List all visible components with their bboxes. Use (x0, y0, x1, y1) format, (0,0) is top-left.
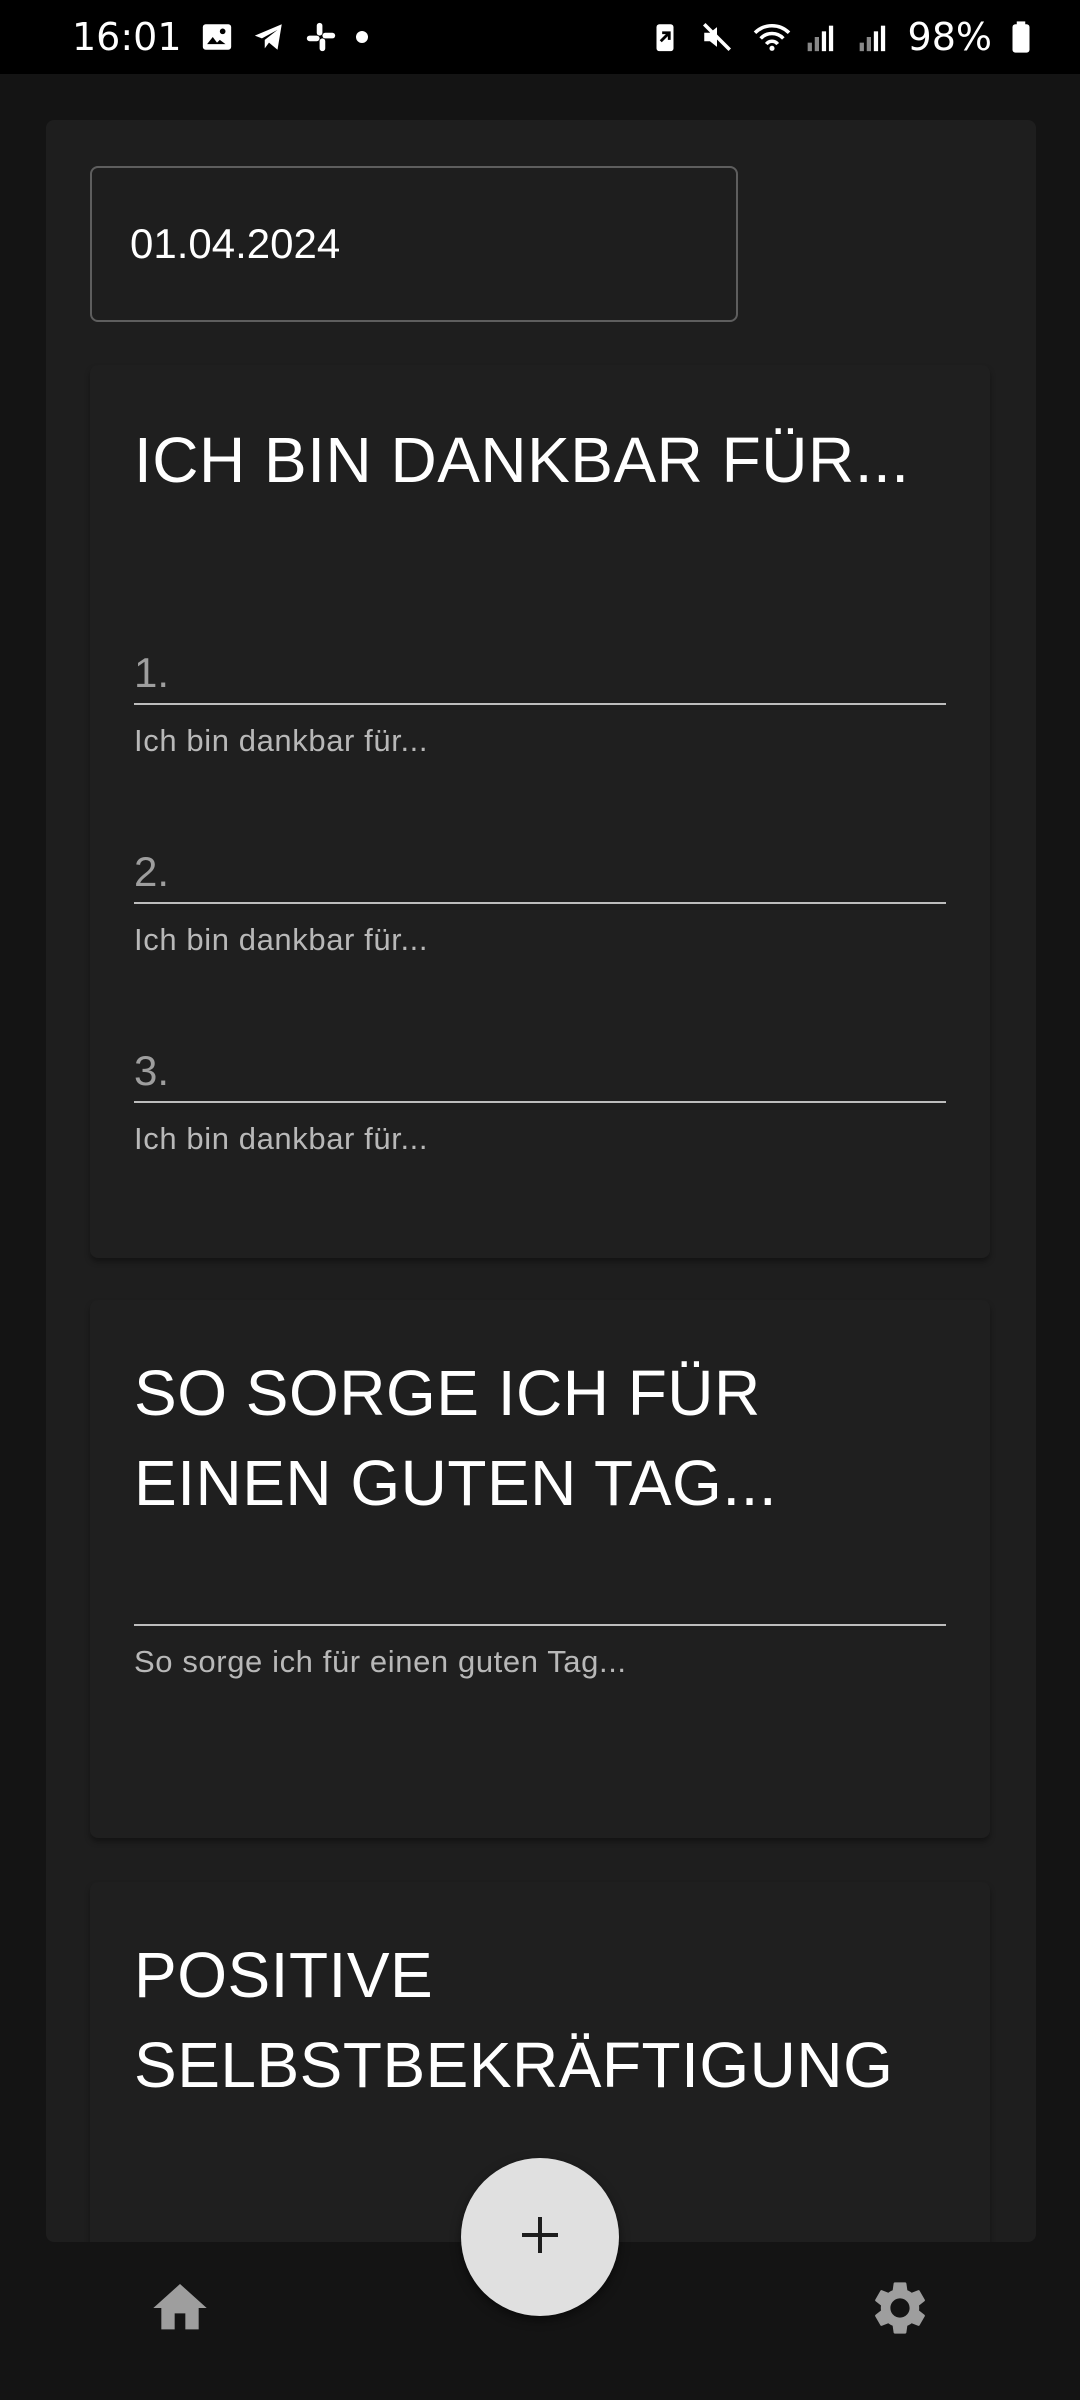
entry-underline (134, 1101, 946, 1103)
entry-hint: Ich bin dankbar für... (134, 1121, 429, 1156)
gratitude-entry-1[interactable]: 1. Ich bin dankbar für... (134, 643, 946, 759)
gratitude-entry-3[interactable]: 3. Ich bin dankbar für... (134, 1041, 946, 1157)
gratitude-card-title: ICH BIN DANKBAR FÜR... (134, 424, 910, 496)
good-day-card-title: SO SORGE ICH FÜR EINEN GUTEN TAG... (134, 1357, 778, 1519)
wifi-icon (752, 20, 790, 54)
entry-number: 2. (134, 848, 170, 895)
add-entry-button[interactable] (461, 2158, 619, 2316)
entry-number: 3. (134, 1047, 170, 1094)
entry-hint: Ich bin dankbar für... (134, 723, 429, 758)
telegram-icon (252, 20, 286, 54)
gear-icon (868, 2276, 932, 2345)
gratitude-card: ICH BIN DANKBAR FÜR... 1. Ich bin dankba… (90, 365, 990, 1258)
entry-underline (134, 703, 946, 705)
affirmation-card-title: POSITIVE SELBSTBEKRÄFTIGUNG (134, 1939, 894, 2101)
mute-icon (700, 20, 734, 54)
slack-icon (304, 20, 338, 54)
battery-saver-icon (648, 20, 682, 54)
status-bar: 16:01 98% (0, 0, 1080, 74)
entry-hint: So sorge ich für einen guten Tag... (134, 1644, 627, 1679)
status-time: 16:01 (72, 15, 182, 59)
date-field[interactable]: 01.04.2024 (90, 166, 738, 322)
settings-button[interactable] (860, 2270, 940, 2350)
notification-dot-icon (355, 31, 368, 43)
signal-icon (804, 20, 838, 54)
battery-percent: 98% (907, 15, 992, 59)
home-button[interactable] (140, 2270, 220, 2350)
signal-icon (856, 20, 890, 54)
good-day-card: SO SORGE ICH FÜR EINEN GUTEN TAG... So s… (90, 1300, 990, 1838)
date-value: 01.04.2024 (130, 220, 341, 267)
gallery-icon (200, 20, 234, 54)
home-icon (148, 2276, 212, 2345)
entry-number: 1. (134, 649, 170, 696)
gratitude-entry-2[interactable]: 2. Ich bin dankbar für... (134, 842, 946, 958)
battery-icon (1010, 20, 1044, 54)
entry-hint: Ich bin dankbar für... (134, 922, 429, 957)
entry-underline (134, 902, 946, 904)
entry-underline (134, 1624, 946, 1626)
good-day-entry[interactable]: So sorge ich für einen guten Tag... (134, 1624, 946, 1680)
plus-icon (516, 2211, 564, 2264)
journal-entry-form[interactable]: 01.04.2024 ICH BIN DANKBAR FÜR... 1. Ich… (46, 120, 1036, 2242)
